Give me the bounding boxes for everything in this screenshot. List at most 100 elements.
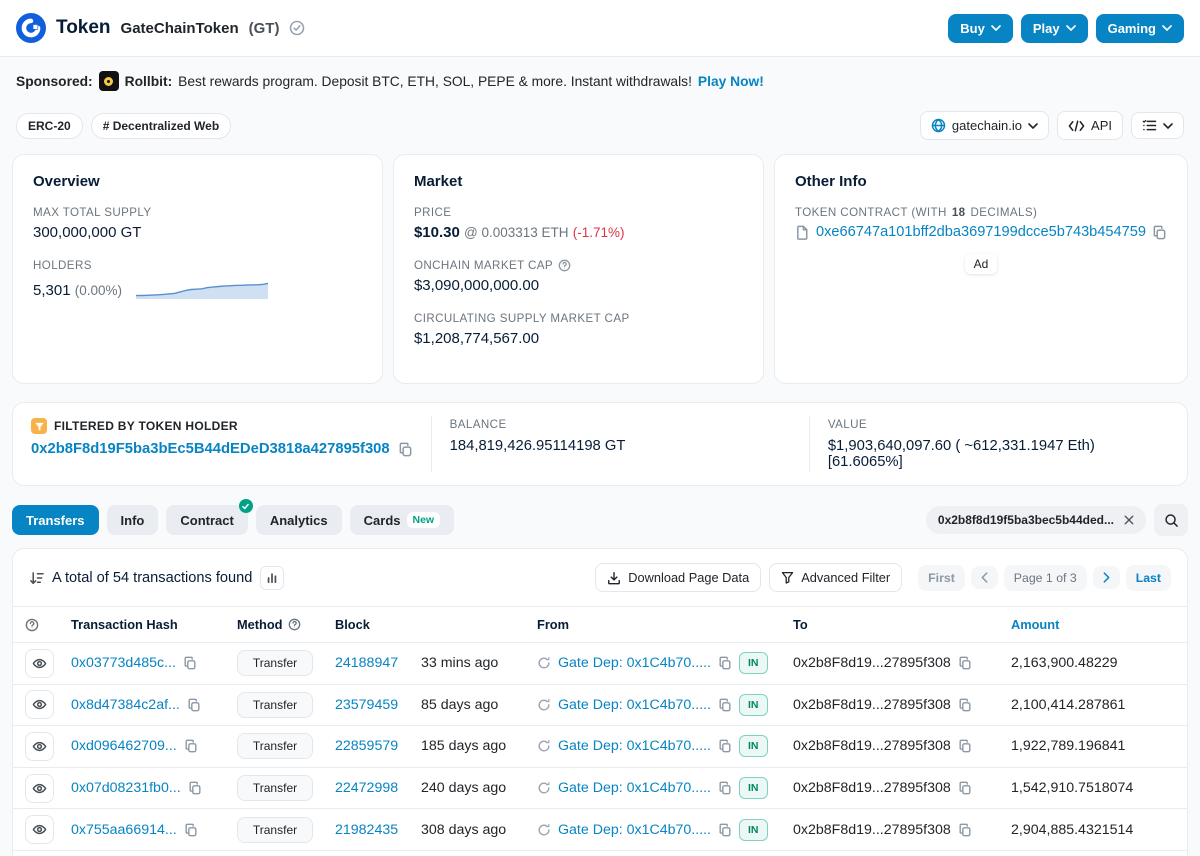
copy-icon[interactable] (718, 656, 732, 670)
table-row: 0xd096462709... Transfer 22859579 185 da… (13, 726, 1187, 768)
column-amount-sort[interactable]: Amount (987, 617, 1175, 632)
download-page-data-button[interactable]: Download Page Data (595, 563, 761, 592)
advertiser-name: Rollbit: (125, 74, 173, 89)
tab-analytics[interactable]: Analytics (256, 505, 342, 535)
next-page-button[interactable] (1093, 566, 1120, 589)
erc20-tag[interactable]: ERC-20 (16, 113, 83, 139)
play-now-link[interactable]: Play Now! (698, 74, 764, 89)
circulating-cap-label: CIRCULATING SUPPLY MARKET CAP (414, 312, 743, 325)
previous-page-button[interactable] (971, 566, 998, 589)
age-text: 185 days ago (421, 738, 506, 754)
copy-icon[interactable] (398, 442, 413, 457)
other-info-title: Other Info (795, 173, 1167, 190)
max-supply-label: MAX TOTAL SUPPLY (33, 206, 362, 219)
copy-icon[interactable] (188, 781, 202, 795)
block-link[interactable]: 22859579 (335, 738, 398, 754)
block-link[interactable]: 24188947 (335, 655, 398, 671)
first-page-button[interactable]: First (918, 565, 965, 591)
sort-icon[interactable] (29, 571, 44, 585)
eye-button[interactable] (25, 732, 54, 761)
tab-cards[interactable]: Cards New (350, 505, 454, 535)
website-dropdown[interactable]: gatechain.io (920, 111, 1049, 140)
tx-hash-link[interactable]: 0x8d47384c2af... (71, 697, 180, 713)
price-usd: $10.30 (414, 224, 460, 241)
amount-text: 2,904,885.4321514 (987, 822, 1175, 838)
caret-down-icon (1066, 25, 1076, 31)
tab-info[interactable]: Info (107, 505, 159, 535)
block-link[interactable]: 23579459 (335, 697, 398, 713)
play-button[interactable]: Play (1021, 14, 1088, 43)
column-block: Block (335, 617, 421, 632)
block-link[interactable]: 22472998 (335, 780, 398, 796)
copy-icon[interactable] (718, 739, 732, 753)
from-address-link[interactable]: Gate Dep: 0x1C4b70..... (558, 697, 711, 713)
eye-icon (32, 781, 47, 796)
api-button[interactable]: API (1057, 111, 1123, 140)
last-page-button[interactable]: Last (1126, 565, 1171, 591)
copy-icon[interactable] (718, 781, 732, 795)
question-mark-icon[interactable] (558, 259, 571, 272)
eye-button[interactable] (25, 815, 54, 844)
from-address-link[interactable]: Gate Dep: 0x1C4b70..... (558, 655, 711, 671)
tab-transfers[interactable]: Transfers (12, 505, 99, 535)
refresh-icon (537, 739, 551, 753)
more-options-button[interactable] (1131, 112, 1184, 139)
copy-icon[interactable] (958, 698, 972, 712)
contract-verified-icon (239, 499, 253, 513)
eye-button[interactable] (25, 774, 54, 803)
block-link[interactable]: 21982435 (335, 822, 398, 838)
question-mark-icon[interactable] (288, 618, 301, 631)
tx-hash-link[interactable]: 0x755aa66914... (71, 822, 177, 838)
copy-icon[interactable] (718, 823, 732, 837)
category-tag[interactable]: # Decentralized Web (91, 113, 231, 139)
bar-chart-icon[interactable] (260, 566, 284, 590)
verified-badge-icon (289, 20, 305, 36)
value-text: $1,903,640,097.60 ( ~612,331.1947 Eth) [… (828, 438, 1169, 470)
site-header: Token GateChainToken (GT) Buy Play Gamin… (0, 0, 1200, 57)
refresh-icon (537, 823, 551, 837)
tx-hash-link[interactable]: 0xd096462709... (71, 738, 177, 754)
column-from: From (537, 617, 739, 632)
close-icon[interactable] (1124, 515, 1134, 525)
copy-icon[interactable] (958, 823, 972, 837)
eye-button[interactable] (25, 649, 54, 678)
price-label: PRICE (414, 206, 743, 219)
holders-change: (0.00%) (75, 283, 122, 298)
caret-down-icon (991, 25, 1001, 31)
advanced-filter-button[interactable]: Advanced Filter (769, 563, 902, 592)
copy-icon[interactable] (958, 781, 972, 795)
column-to: To (793, 617, 987, 632)
copy-icon[interactable] (718, 698, 732, 712)
copy-icon[interactable] (958, 656, 972, 670)
from-address-link[interactable]: Gate Dep: 0x1C4b70..... (558, 822, 711, 838)
copy-icon[interactable] (183, 656, 197, 670)
eye-icon (32, 656, 47, 671)
copy-icon[interactable] (187, 698, 201, 712)
code-icon (1068, 120, 1085, 132)
market-title: Market (414, 173, 743, 190)
tag-row: ERC-20 # Decentralized Web gatechain.io … (0, 103, 1200, 152)
holder-filter-band: FILTERED BY TOKEN HOLDER 0x2b8F8d19F5ba3… (12, 402, 1188, 486)
question-mark-icon[interactable] (25, 618, 39, 632)
copy-icon[interactable] (1152, 225, 1167, 240)
gaming-button[interactable]: Gaming (1096, 14, 1184, 43)
eye-button[interactable] (25, 690, 54, 719)
to-address: 0x2b8F8d19...27895f308 (793, 822, 951, 838)
holder-address-link[interactable]: 0x2b8F8d19F5ba3bEc5B44dEDeD3818a427895f3… (31, 441, 390, 457)
tab-contract[interactable]: Contract (166, 505, 247, 535)
tx-hash-link[interactable]: 0x07d08231fb0... (71, 780, 181, 796)
tx-hash-link[interactable]: 0x03773d485c... (71, 655, 176, 671)
copy-icon[interactable] (184, 739, 198, 753)
pagination: First Page 1 of 3 Last (918, 565, 1171, 591)
gatechain-logo-icon (16, 13, 46, 43)
refresh-icon (537, 656, 551, 670)
from-address-link[interactable]: Gate Dep: 0x1C4b70..... (558, 738, 711, 754)
copy-icon[interactable] (184, 823, 198, 837)
search-button[interactable] (1154, 504, 1188, 536)
copy-icon[interactable] (958, 739, 972, 753)
from-address-link[interactable]: Gate Dep: 0x1C4b70..... (558, 780, 711, 796)
method-badge: Transfer (237, 650, 313, 676)
buy-button[interactable]: Buy (948, 14, 1013, 43)
contract-address-link[interactable]: 0xe66747a101bff2dba3697199dcce5b743b4547… (816, 224, 1146, 240)
funnel-icon (781, 571, 794, 584)
